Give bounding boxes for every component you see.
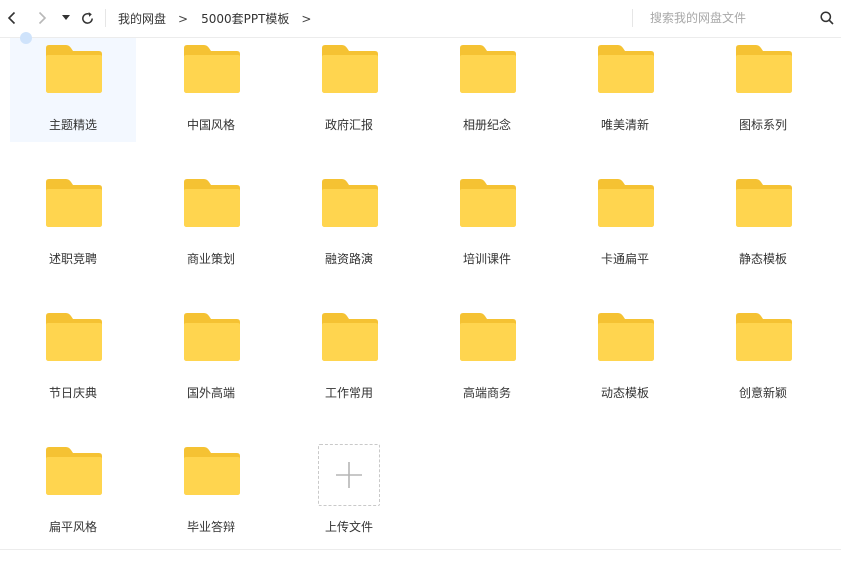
refresh-button[interactable] xyxy=(78,7,96,29)
folder-icon xyxy=(460,45,516,93)
folder-icon xyxy=(322,45,378,93)
folder-item[interactable]: 卡通扁平 xyxy=(562,172,688,276)
folder-item[interactable]: 扁平风格 xyxy=(10,440,136,544)
folder-icon xyxy=(322,313,378,361)
breadcrumb-item-ppt-templates[interactable]: 5000套PPT模板 xyxy=(201,10,289,27)
toolbar: 我的网盘 > 5000套PPT模板 > xyxy=(0,0,841,38)
folder-label: 毕业答辩 xyxy=(186,520,235,534)
toolbar-divider xyxy=(105,9,106,27)
folder-label: 商业策划 xyxy=(186,252,235,266)
folder-icon xyxy=(46,179,102,227)
folder-label: 融资路演 xyxy=(324,252,373,266)
folder-item[interactable]: 高端商务 xyxy=(424,306,550,410)
folder-icon xyxy=(322,179,378,227)
folder-item[interactable]: 创意新颖 xyxy=(700,306,826,410)
upload-file-button[interactable]: 上传文件 xyxy=(286,440,412,544)
breadcrumb-separator: > xyxy=(301,11,312,26)
folder-label: 政府汇报 xyxy=(324,118,373,132)
folder-label: 创意新颖 xyxy=(738,386,787,400)
folder-icon xyxy=(598,313,654,361)
refresh-icon xyxy=(81,11,93,24)
breadcrumb-item-my-drive[interactable]: 我的网盘 xyxy=(118,10,166,27)
folder-item[interactable]: 主题精选 xyxy=(10,32,136,142)
folder-label: 相册纪念 xyxy=(462,118,511,132)
folder-item[interactable]: 静态模板 xyxy=(700,172,826,276)
history-dropdown-button[interactable] xyxy=(59,7,73,29)
chevron-left-icon xyxy=(7,11,16,25)
folder-item[interactable]: 融资路演 xyxy=(286,172,412,276)
folder-icon xyxy=(184,447,240,495)
caret-down-icon xyxy=(62,15,70,20)
folder-icon xyxy=(46,313,102,361)
folder-item[interactable]: 节日庆典 xyxy=(10,306,136,410)
folder-label: 唯美清新 xyxy=(600,118,649,132)
upload-label: 上传文件 xyxy=(324,520,373,534)
search-icon xyxy=(820,11,834,25)
folder-item[interactable]: 动态模板 xyxy=(562,306,688,410)
folder-icon xyxy=(46,45,102,93)
folder-label: 节日庆典 xyxy=(48,386,97,400)
folder-label: 静态模板 xyxy=(738,252,787,266)
folder-icon xyxy=(184,313,240,361)
search-button[interactable] xyxy=(818,7,836,29)
folder-icon xyxy=(598,45,654,93)
folder-item[interactable]: 国外高端 xyxy=(148,306,274,410)
bottom-divider xyxy=(0,549,841,550)
folder-label: 国外高端 xyxy=(186,386,235,400)
folder-icon xyxy=(184,179,240,227)
back-button[interactable] xyxy=(4,7,20,29)
folder-item[interactable]: 培训课件 xyxy=(424,172,550,276)
folder-label: 中国风格 xyxy=(186,118,235,132)
folder-item[interactable]: 政府汇报 xyxy=(286,38,412,142)
folder-icon xyxy=(736,179,792,227)
folder-icon xyxy=(460,313,516,361)
selection-indicator xyxy=(20,32,32,44)
folder-item[interactable]: 商业策划 xyxy=(148,172,274,276)
forward-button[interactable] xyxy=(34,7,50,29)
folder-label: 主题精选 xyxy=(48,118,97,132)
folder-icon xyxy=(46,447,102,495)
folder-label: 高端商务 xyxy=(462,386,511,400)
folder-item[interactable]: 相册纪念 xyxy=(424,38,550,142)
folder-icon xyxy=(736,45,792,93)
folder-item[interactable]: 图标系列 xyxy=(700,38,826,142)
folder-label: 工作常用 xyxy=(324,386,373,400)
folder-label: 卡通扁平 xyxy=(600,252,649,266)
folder-label: 述职竞聘 xyxy=(48,252,97,266)
folder-label: 图标系列 xyxy=(738,118,787,132)
folder-item[interactable]: 述职竞聘 xyxy=(10,172,136,276)
folder-icon xyxy=(736,313,792,361)
plus-icon xyxy=(336,462,362,488)
folder-label: 动态模板 xyxy=(600,386,649,400)
folder-item[interactable]: 工作常用 xyxy=(286,306,412,410)
folder-item[interactable]: 中国风格 xyxy=(148,38,274,142)
upload-dropzone[interactable] xyxy=(318,444,380,506)
folder-item[interactable]: 毕业答辩 xyxy=(148,440,274,544)
search-input[interactable] xyxy=(650,9,810,27)
folder-item[interactable]: 唯美清新 xyxy=(562,38,688,142)
search-divider xyxy=(632,9,633,27)
folder-icon xyxy=(460,179,516,227)
folder-label: 扁平风格 xyxy=(48,520,97,534)
chevron-right-icon xyxy=(38,11,47,25)
folder-icon xyxy=(598,179,654,227)
breadcrumb: 我的网盘 > 5000套PPT模板 > xyxy=(118,0,324,37)
breadcrumb-separator: > xyxy=(178,11,189,26)
folder-grid: 主题精选 中国风格 政府汇报 相册纪念 唯美清新 图标系列述职竞聘 商业策划 融资路演 培训课件… xyxy=(10,32,838,574)
folder-label: 培训课件 xyxy=(462,252,511,266)
folder-icon xyxy=(184,45,240,93)
